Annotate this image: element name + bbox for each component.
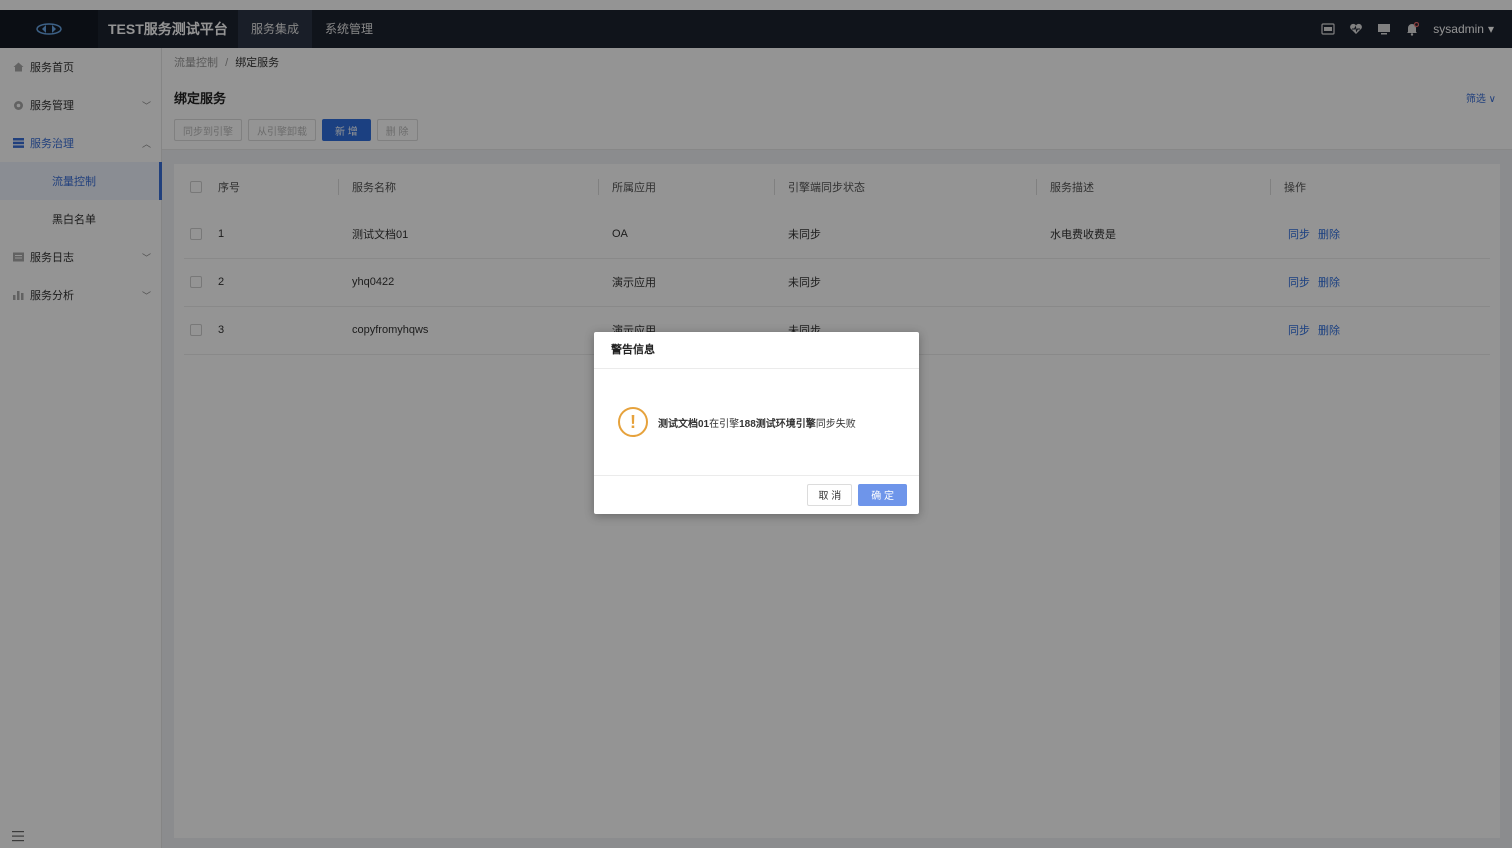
warning-icon: ! [618, 407, 648, 437]
message-service-name: 测试文档01 [658, 418, 710, 430]
dialog-footer: 取 消 确 定 [594, 476, 919, 513]
message-middle: 在引擎 [709, 418, 740, 430]
dialog-body: ! 测试文档01在引擎188测试环境引擎同步失败 [594, 369, 919, 476]
message-engine-name: 188测试环境引擎 [739, 418, 816, 430]
warning-dialog: 警告信息 ! 测试文档01在引擎188测试环境引擎同步失败 取 消 确 定 [594, 332, 919, 514]
dialog-message: 测试文档01在引擎188测试环境引擎同步失败 [658, 415, 856, 430]
dialog-title: 警告信息 [594, 332, 919, 369]
message-tail: 同步失败 [815, 418, 856, 430]
confirm-button[interactable]: 确 定 [858, 483, 907, 506]
cancel-button[interactable]: 取 消 [807, 483, 853, 506]
